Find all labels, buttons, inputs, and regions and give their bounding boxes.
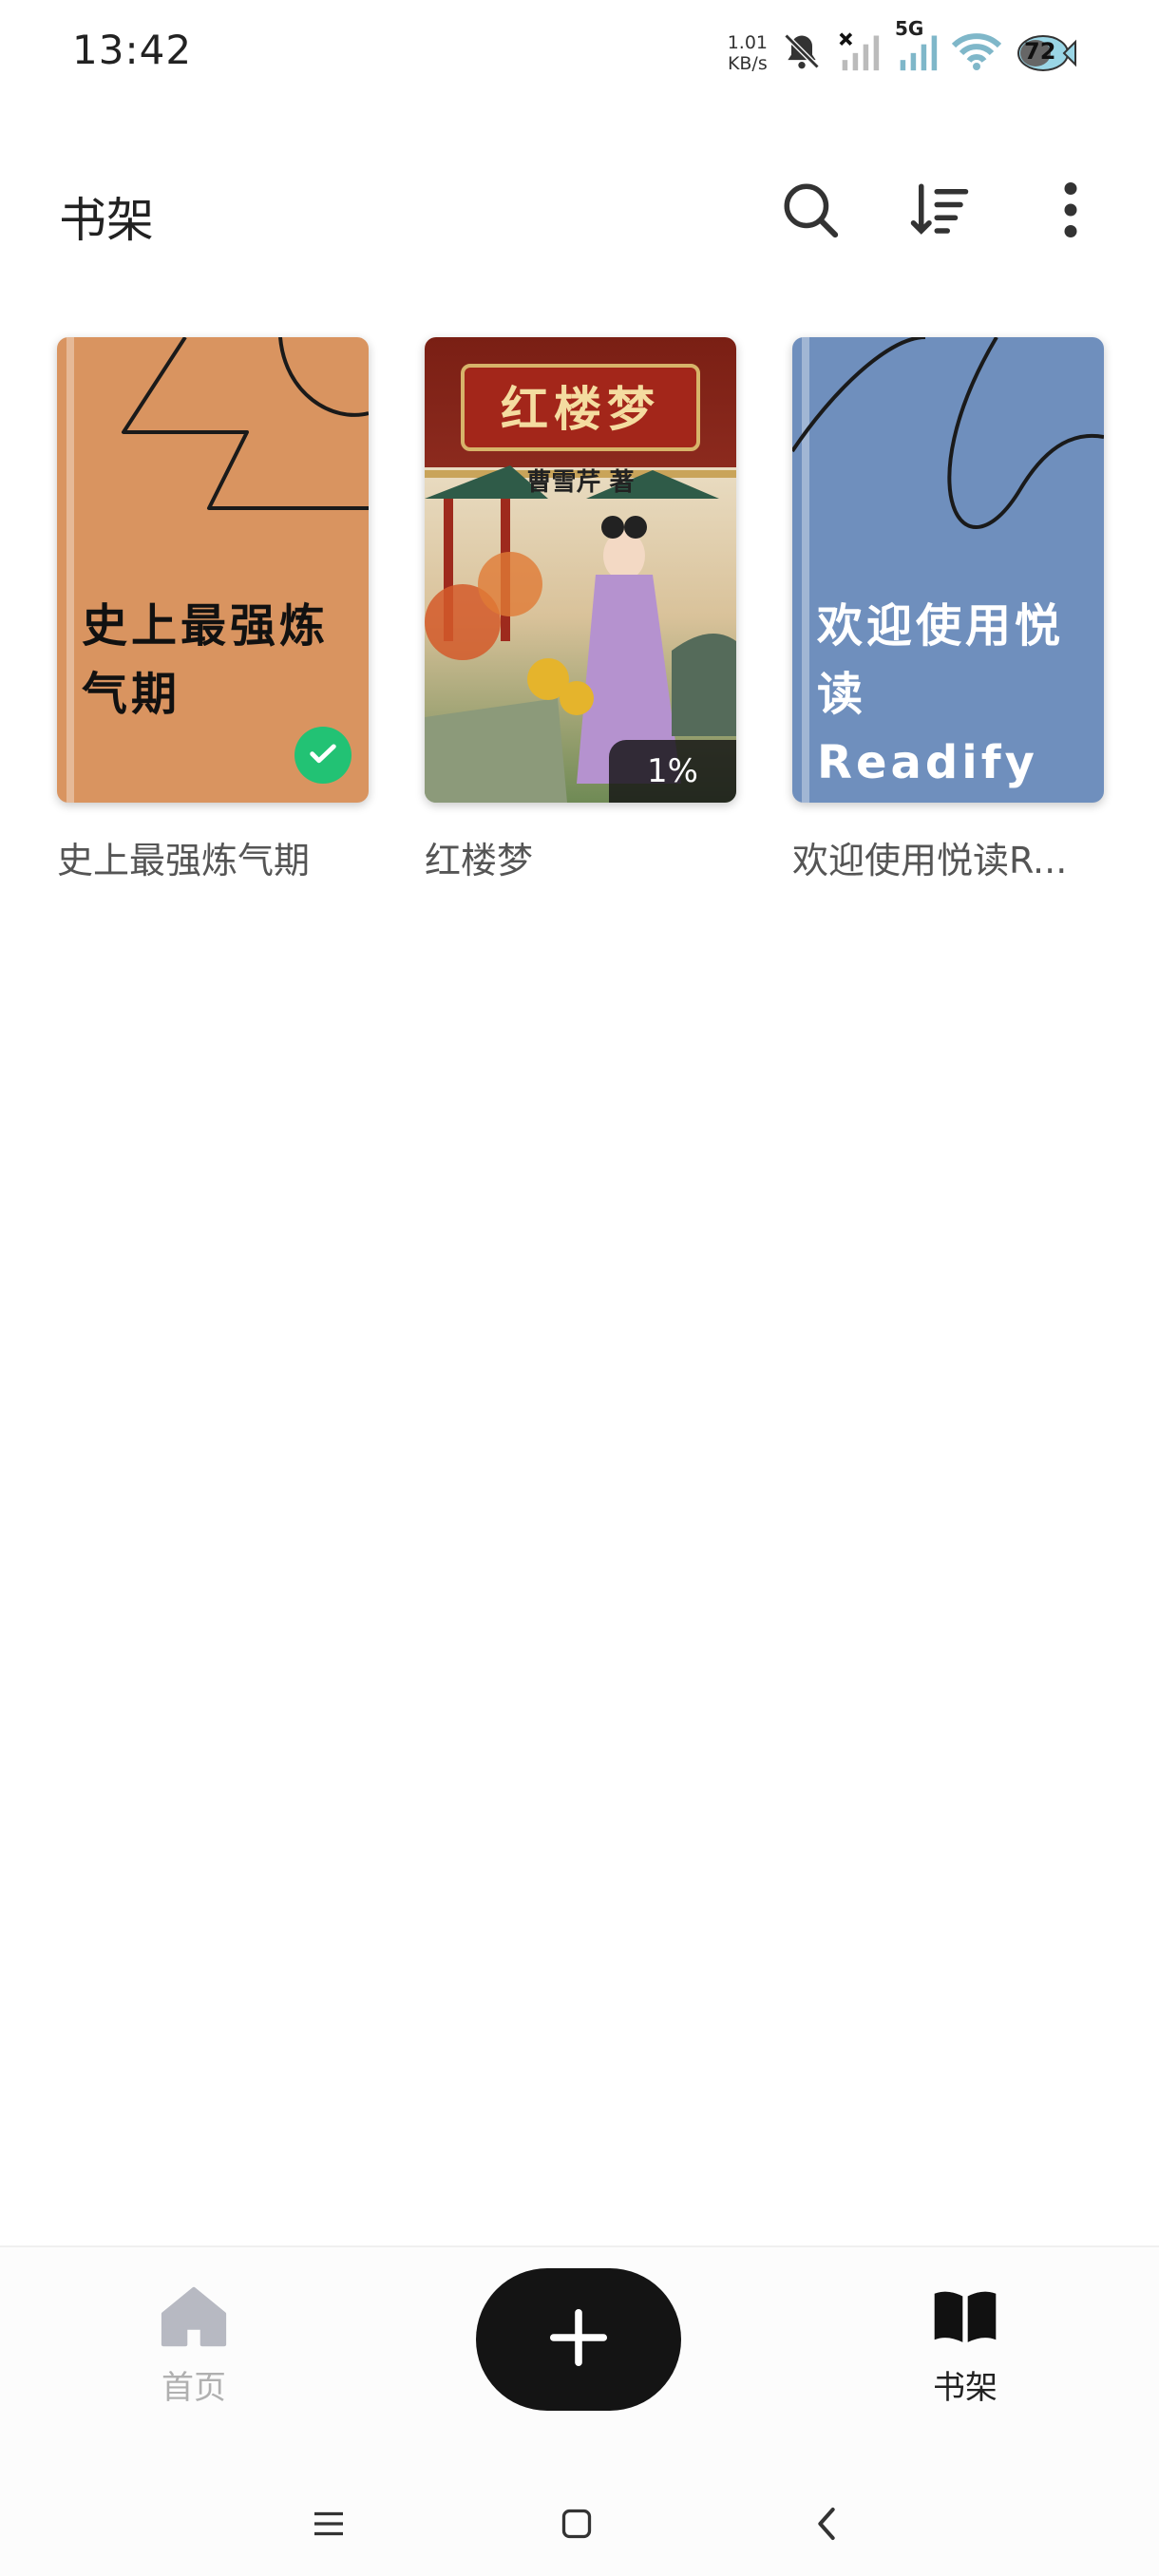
search-icon (779, 179, 842, 245)
reading-progress-badge: 1% (609, 740, 736, 803)
wifi-icon (951, 30, 1002, 76)
network-speed: 1.01 KB/s (728, 32, 768, 74)
network-speed-unit: KB/s (727, 53, 768, 74)
cover-text: 史上最强炼 气期 (82, 592, 350, 729)
more-vertical-icon (1061, 179, 1080, 245)
sort-button[interactable] (897, 169, 982, 255)
status-icons: 1.01 KB/s 5G 72 (728, 17, 1077, 82)
book-item[interactable]: 欢迎使用悦 读Readify 欢迎使用悦读R... (792, 337, 1104, 883)
book-title: 欢迎使用悦读R... (792, 840, 1068, 881)
book-cover[interactable]: 欢迎使用悦 读Readify (792, 337, 1104, 803)
sort-icon (908, 179, 971, 245)
cover-text-line: 读Readify (817, 668, 1038, 789)
signal-5g-icon: 5G (895, 17, 939, 76)
plus-icon (545, 2304, 612, 2375)
status-bar: 13:42 1.01 KB/s 5G 72 (0, 0, 1159, 104)
cover-title: 红楼梦 (501, 381, 660, 437)
home-button[interactable] (539, 2492, 615, 2559)
nav-home[interactable]: 首页 (118, 2285, 270, 2408)
nav-bookshelf[interactable]: 书架 (889, 2285, 1041, 2408)
home-icon (161, 2285, 227, 2352)
cover-text-line: 气期 (82, 668, 181, 721)
more-button[interactable] (1028, 169, 1113, 255)
recents-button[interactable] (291, 2492, 367, 2559)
book-title: 史上最强炼气期 (57, 840, 311, 881)
book-cover[interactable]: 史上最强炼 气期 (57, 337, 369, 803)
cover-text-line: 欢迎使用悦 (817, 599, 1065, 653)
nav-bookshelf-label: 书架 (933, 2369, 998, 2407)
system-navigation-bar (0, 2473, 1159, 2576)
network-type: 5G (895, 17, 924, 40)
page-title: 书架 (59, 193, 154, 248)
battery-icon: 72 (1015, 32, 1077, 74)
status-time: 13:42 (72, 27, 193, 73)
bottom-navigation: 首页 书架 (0, 2245, 1159, 2475)
search-button[interactable] (768, 169, 853, 255)
check-icon (307, 737, 339, 773)
selected-badge (294, 727, 352, 784)
app-header: 书架 (0, 161, 1159, 266)
book-open-icon (932, 2285, 998, 2352)
book-title: 红楼梦 (425, 840, 534, 881)
cover-text-line: 史上最强炼 (82, 599, 330, 653)
network-speed-value: 1.01 (727, 32, 768, 53)
cover-text: 欢迎使用悦 读Readify (817, 592, 1085, 797)
add-book-button[interactable] (476, 2268, 681, 2411)
book-cover[interactable]: 红楼梦 曹雪芹 著 1% (425, 337, 736, 803)
menu-icon (312, 2510, 346, 2542)
square-icon (560, 2507, 594, 2545)
battery-level: 72 (1024, 38, 1056, 65)
book-item[interactable]: 史上最强炼 气期 史上最强炼气期 (57, 337, 369, 883)
back-button[interactable] (788, 2492, 864, 2559)
chevron-left-icon (812, 2505, 841, 2547)
signal-icon (836, 30, 884, 76)
book-item[interactable]: 红楼梦 曹雪芹 著 1% 红楼梦 (425, 337, 736, 883)
nav-home-label: 首页 (162, 2369, 226, 2407)
bell-off-icon (781, 30, 823, 76)
cover-author: 曹雪芹 著 (526, 468, 635, 497)
